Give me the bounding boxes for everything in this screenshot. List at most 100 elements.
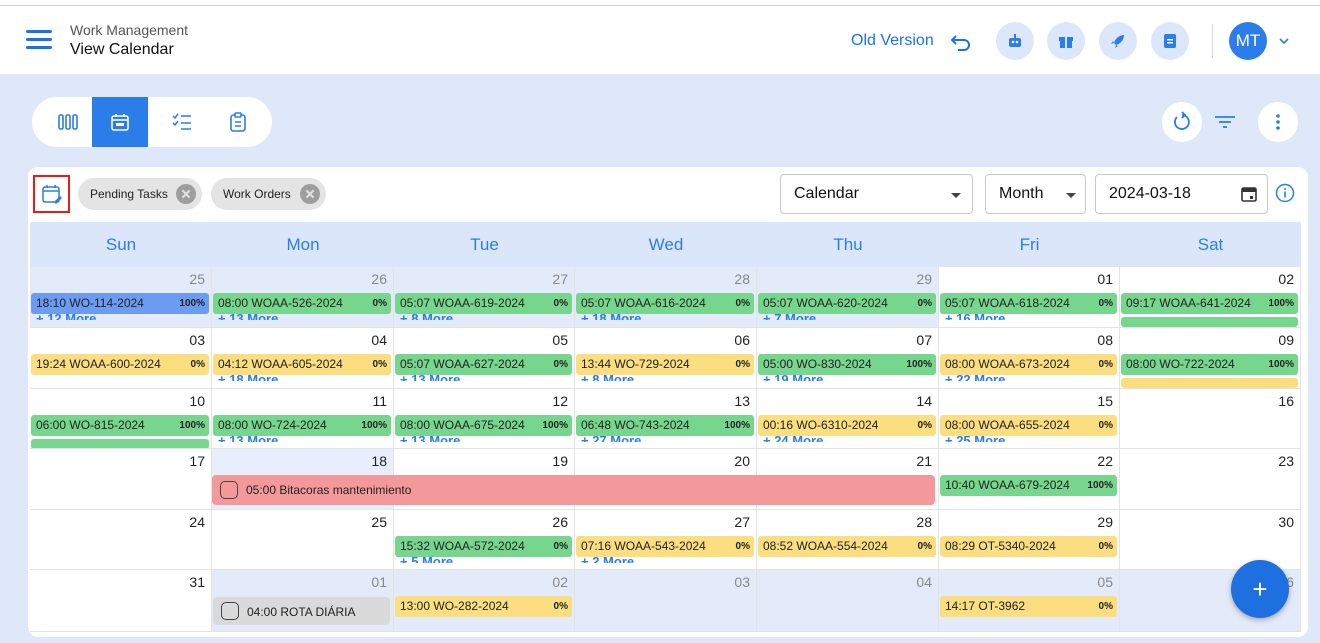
day-cell[interactable]: 27 07:16 WOAA-543-2024 0% + 2 More <box>575 510 757 570</box>
more-events-link[interactable]: + 19 More <box>763 373 823 381</box>
filter-icon[interactable] <box>1213 111 1237 133</box>
day-cell[interactable]: 05 14:17 OT-3962 0% <box>939 570 1120 632</box>
calendar-event[interactable]: 19:24 WOAA-600-2024 0% <box>31 354 209 375</box>
day-cell[interactable]: 25 18:10 WO-114-2024 100% + 12 More <box>30 267 212 328</box>
calendar-event[interactable]: 10:40 WOAA-679-2024 100% <box>940 475 1117 496</box>
day-cell[interactable]: 07 05:00 WO-830-2024 100% + 19 More <box>757 328 939 389</box>
day-cell[interactable]: 12 08:00 WOAA-675-2024 100% + 13 More <box>394 389 575 449</box>
robot-button[interactable] <box>996 22 1034 60</box>
filter-chip-work-orders[interactable]: Work Orders <box>211 178 326 210</box>
day-cell[interactable]: 31 <box>30 570 212 632</box>
more-events-link[interactable]: + 18 More <box>218 373 278 381</box>
more-events-link[interactable]: + 8 More <box>581 373 634 381</box>
more-events-link[interactable]: + 13 More <box>218 434 278 442</box>
calendar-event[interactable]: 05:07 WOAA-619-2024 0% <box>395 293 572 314</box>
day-cell[interactable]: 26 08:00 WOAA-526-2024 0% + 13 More <box>212 267 394 328</box>
more-events-link[interactable]: + 13 More <box>400 434 460 442</box>
day-cell[interactable]: 29 08:29 OT-5340-2024 0% <box>939 510 1120 570</box>
rocket-button[interactable] <box>1099 22 1137 60</box>
more-events-link[interactable]: + 12 More <box>36 312 96 320</box>
day-cell[interactable]: 04 <box>757 570 939 632</box>
day-cell[interactable]: 09 08:00 WO-722-2024 100% <box>1120 328 1301 389</box>
day-cell[interactable]: 04 04:12 WOAA-605-2024 0% + 18 More <box>212 328 394 389</box>
calendar-event[interactable]: 05:07 WOAA-618-2024 0% <box>940 293 1117 314</box>
gift-button[interactable] <box>1047 22 1085 60</box>
undo-icon[interactable] <box>951 33 971 51</box>
close-icon[interactable] <box>176 184 196 204</box>
day-cell[interactable]: 02 13:00 WO-282-2024 0% <box>394 570 575 632</box>
more-events-link[interactable]: + 25 More <box>945 434 1005 442</box>
refresh-button[interactable] <box>1162 102 1202 142</box>
day-cell[interactable]: 16 <box>1120 389 1301 449</box>
more-events-link[interactable]: + 7 More <box>763 312 816 320</box>
day-cell[interactable]: 08 08:00 WOAA-673-2024 0% + 22 More <box>939 328 1120 389</box>
range-select[interactable]: Month <box>985 174 1086 214</box>
day-cell[interactable]: 30 <box>1120 510 1301 570</box>
clipboard-view-tab[interactable] <box>210 97 266 147</box>
calendar-event[interactable]: 08:29 OT-5340-2024 0% <box>940 536 1117 557</box>
day-cell[interactable]: 26 15:32 WOAA-572-2024 0% + 5 More <box>394 510 575 570</box>
calendar-event[interactable]: 08:00 WO-722-2024 100% <box>1121 354 1298 375</box>
day-cell[interactable]: 03 <box>575 570 757 632</box>
day-cell[interactable]: 05 05:07 WOAA-627-2024 0% + 13 More <box>394 328 575 389</box>
calendar-event[interactable]: 14:17 OT-3962 0% <box>940 596 1117 617</box>
calendar-event[interactable]: 08:00 WOAA-673-2024 0% <box>940 354 1117 375</box>
more-events-link[interactable]: + 8 More <box>400 312 453 320</box>
document-button[interactable] <box>1151 22 1189 60</box>
add-button[interactable]: + <box>1231 560 1289 618</box>
day-cell[interactable]: 29 05:07 WOAA-620-2024 0% + 7 More <box>757 267 939 328</box>
calendar-view-tab[interactable] <box>92 97 148 147</box>
kanban-view-tab[interactable] <box>40 97 96 147</box>
day-cell[interactable]: 10 06:00 WO-815-2024 100% <box>30 389 212 449</box>
checkbox-icon[interactable] <box>221 602 239 620</box>
day-cell[interactable]: 28 05:07 WOAA-616-2024 0% + 18 More <box>575 267 757 328</box>
day-cell[interactable]: 28 08:52 WOAA-554-2024 0% <box>757 510 939 570</box>
calendar-event[interactable]: 05:00 WO-830-2024 100% <box>758 354 936 375</box>
more-events-link[interactable]: + 22 More <box>945 373 1005 381</box>
day-cell[interactable]: 17 <box>30 449 212 510</box>
day-cell[interactable]: 27 05:07 WOAA-619-2024 0% + 8 More <box>394 267 575 328</box>
day-cell[interactable]: 14 00:16 WO-6310-2024 0% + 24 More <box>757 389 939 449</box>
calendar-event[interactable]: 00:16 WO-6310-2024 0% <box>758 415 936 436</box>
calendar-edit-button[interactable] <box>33 175 70 213</box>
event-bitacoras-mantenimiento[interactable]: 05:00 Bitacoras mantenimiento <box>212 475 935 505</box>
calendar-event[interactable]: 09:17 WOAA-641-2024 100% <box>1121 293 1298 314</box>
day-cell[interactable]: 03 19:24 WOAA-600-2024 0% <box>30 328 212 389</box>
calendar-event[interactable] <box>1121 317 1298 327</box>
calendar-event[interactable] <box>1121 378 1298 388</box>
calendar-event[interactable]: 05:07 WOAA-620-2024 0% <box>758 293 936 314</box>
day-cell[interactable]: 23 <box>1120 449 1301 510</box>
chevron-down-icon[interactable] <box>1279 36 1289 46</box>
calendar-event[interactable] <box>31 439 209 448</box>
info-icon[interactable] <box>1275 183 1295 203</box>
more-events-link[interactable]: + 2 More <box>581 555 634 563</box>
checklist-view-tab[interactable] <box>154 97 210 147</box>
close-icon[interactable] <box>300 184 320 204</box>
calendar-event[interactable]: 08:52 WOAA-554-2024 0% <box>758 536 936 557</box>
calendar-event[interactable]: 08:00 WO-724-2024 100% <box>213 415 391 436</box>
menu-icon[interactable] <box>26 30 52 50</box>
old-version-link[interactable]: Old Version <box>851 32 934 50</box>
calendar-event[interactable]: 08:00 WOAA-675-2024 100% <box>395 415 572 436</box>
day-cell[interactable]: 24 <box>30 510 212 570</box>
source-select[interactable]: Calendar <box>780 174 973 214</box>
event-rota-diaria[interactable]: 04:00 ROTA DIÁRIA <box>213 597 390 625</box>
calendar-event[interactable]: 15:32 WOAA-572-2024 0% <box>395 536 572 557</box>
day-cell[interactable]: 11 08:00 WO-724-2024 100% + 13 More <box>212 389 394 449</box>
filter-chip-pending-tasks[interactable]: Pending Tasks <box>78 178 202 210</box>
day-cell[interactable]: 01 05:07 WOAA-618-2024 0% + 16 More <box>939 267 1120 328</box>
more-events-link[interactable]: + 24 More <box>763 434 823 442</box>
calendar-event[interactable]: 08:00 WOAA-655-2024 0% <box>940 415 1117 436</box>
calendar-event[interactable]: 05:07 WOAA-616-2024 0% <box>576 293 754 314</box>
calendar-event[interactable]: 05:07 WOAA-627-2024 0% <box>395 354 572 375</box>
more-events-link[interactable]: + 27 More <box>581 434 641 442</box>
calendar-event[interactable]: 08:00 WOAA-526-2024 0% <box>213 293 391 314</box>
day-cell[interactable]: 22 10:40 WOAA-679-2024 100% <box>939 449 1120 510</box>
checkbox-icon[interactable] <box>220 481 238 499</box>
day-cell[interactable]: 15 08:00 WOAA-655-2024 0% + 25 More <box>939 389 1120 449</box>
day-cell[interactable]: 06 13:44 WO-729-2024 0% + 8 More <box>575 328 757 389</box>
user-avatar[interactable]: MT <box>1229 22 1267 60</box>
more-events-link[interactable]: + 13 More <box>400 373 460 381</box>
more-events-link[interactable]: + 18 More <box>581 312 641 320</box>
date-picker-icon[interactable] <box>1241 186 1257 202</box>
